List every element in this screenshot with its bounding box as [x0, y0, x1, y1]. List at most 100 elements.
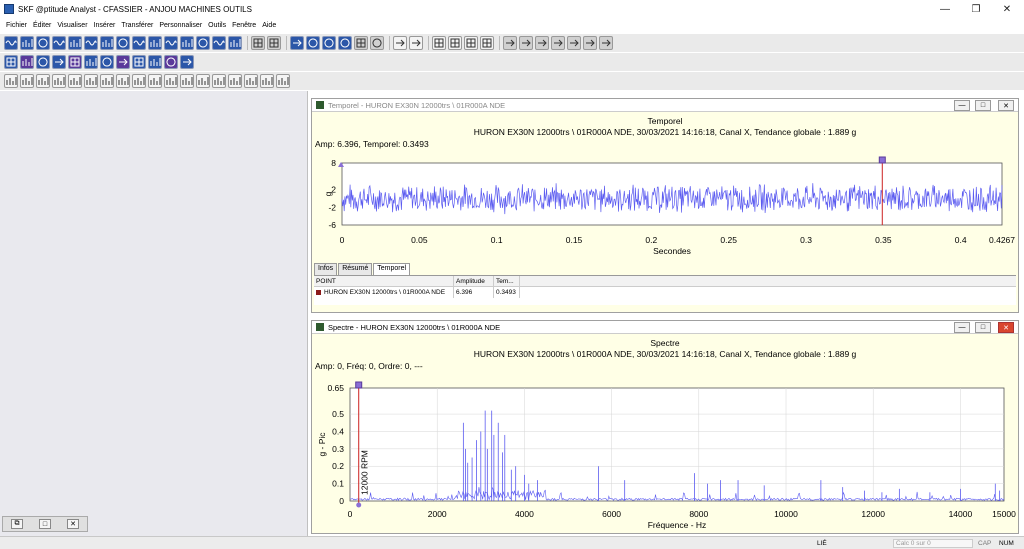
cursor-harmonic-button[interactable] [20, 74, 34, 88]
menu-transferer[interactable]: Transférer [121, 22, 153, 29]
db-sync-button[interactable] [164, 55, 178, 69]
multi-plot-button[interactable] [196, 36, 210, 50]
zoom-in-button[interactable] [322, 36, 336, 50]
waterfall-plot-button[interactable] [52, 36, 66, 50]
restore-icon[interactable]: ⧉ [11, 519, 23, 529]
temporel-window-titlebar[interactable]: Temporel - HURON EX30N 12000trs \ 01R000… [312, 99, 1018, 112]
menu-personnaliser[interactable]: Personnaliser [159, 22, 202, 29]
cursor-rpm-button[interactable] [100, 74, 114, 88]
col-point[interactable]: POINT [314, 276, 454, 286]
db-info-button[interactable] [100, 55, 114, 69]
cursor-list-button[interactable] [212, 74, 226, 88]
spectre-maximize-button[interactable]: □ [975, 322, 991, 333]
spectre-minimize-button[interactable]: — [954, 322, 970, 333]
tab-temporel[interactable]: Temporel [373, 263, 411, 275]
menu-fichier[interactable]: Fichier [6, 22, 27, 29]
orbit-plot-button[interactable] [84, 36, 98, 50]
ruler-button[interactable] [535, 36, 549, 50]
tab-infos[interactable]: Infos [314, 263, 338, 275]
spectrum-plot-button[interactable] [20, 36, 34, 50]
minimize-button[interactable]: — [930, 0, 960, 18]
minimized-window[interactable]: ⧉ □ ✕ [2, 516, 88, 532]
menu-editer[interactable]: Éditer [33, 22, 51, 29]
cursor-bearing-button[interactable] [164, 74, 178, 88]
db-report-button[interactable] [84, 55, 98, 69]
db-edit-button[interactable] [20, 55, 34, 69]
upload-button[interactable] [599, 36, 613, 50]
maximize-button[interactable]: ❐ [961, 0, 991, 18]
db-alarm-button[interactable] [116, 55, 130, 69]
menu-inserer[interactable]: Insérer [94, 22, 116, 29]
cursor-band-button[interactable] [36, 74, 50, 88]
spectre-window[interactable]: Spectre - HURON EX30N 12000trs \ 01R000A… [311, 320, 1019, 534]
layout-1-button[interactable] [432, 36, 446, 50]
trend-plot-button[interactable] [68, 36, 82, 50]
connect-button[interactable] [551, 36, 565, 50]
temporel-window[interactable]: Temporel - HURON EX30N 12000trs \ 01R000… [311, 98, 1019, 313]
temporel-chart[interactable]: 82-2-6g0 0.05 0.1 0.15 0.2 0.25 0.3 0.35 0.4 0.42… [312, 151, 1018, 261]
cursor-clear-button[interactable] [196, 74, 210, 88]
print-button[interactable] [251, 36, 265, 50]
tab-resume[interactable]: Résumé [338, 263, 373, 275]
close-icon[interactable]: ✕ [67, 519, 79, 529]
col-amplitude[interactable]: Amplitude [454, 276, 494, 286]
temporel-minimize-button[interactable]: — [954, 100, 970, 111]
magnify-button[interactable] [370, 36, 384, 50]
cursor-flag-button[interactable] [260, 74, 274, 88]
cursor-note-button[interactable] [276, 74, 290, 88]
image-button[interactable] [354, 36, 368, 50]
menu-outils[interactable]: Outils [208, 22, 226, 29]
polar-plot-button[interactable] [100, 36, 114, 50]
disconnect-button[interactable] [567, 36, 581, 50]
table-row[interactable]: HURON EX30N 12000trs \ 01R000A NDE 6.396… [314, 287, 1016, 298]
layout-grid-button[interactable] [480, 36, 494, 50]
db-chart-button[interactable] [180, 55, 194, 69]
cascade-plot-button[interactable] [148, 36, 162, 50]
wave-toggle-button[interactable] [393, 36, 407, 50]
maximize-icon[interactable]: □ [39, 519, 51, 529]
phase-plot-button[interactable] [36, 36, 50, 50]
list-plot-button[interactable] [180, 36, 194, 50]
cursor-peak-button[interactable] [68, 74, 82, 88]
menu-aide[interactable]: Aide [262, 22, 276, 29]
tools-button[interactable] [519, 36, 533, 50]
menu-fenetre[interactable]: Fenêtre [232, 22, 256, 29]
temporel-close-button[interactable]: ✕ [998, 100, 1014, 111]
cursor-fault-button[interactable] [148, 74, 162, 88]
col-time[interactable]: Tem... [494, 276, 520, 286]
bode-plot-button[interactable] [116, 36, 130, 50]
zoom-out-button[interactable] [338, 36, 352, 50]
db-view-button[interactable] [68, 55, 82, 69]
spectre-chart[interactable]: 12000 RPM 0.65 0.5 0.4 0.3 0.2 0.1 0 g - Pic 0 200… [312, 373, 1018, 533]
play-button[interactable] [409, 36, 423, 50]
cursor-order-button[interactable] [116, 74, 130, 88]
shaft-plot-button[interactable] [132, 36, 146, 50]
layout-2-button[interactable] [448, 36, 462, 50]
db-save-button[interactable] [52, 55, 66, 69]
cursor-delta-button[interactable] [84, 74, 98, 88]
wave-plot-button[interactable] [4, 36, 18, 50]
cursor-gear-button[interactable] [180, 74, 194, 88]
menu-visualiser[interactable]: Visualiser [57, 22, 87, 29]
cursor-single-button[interactable] [4, 74, 18, 88]
spectre-close-button[interactable]: ✕ [998, 322, 1014, 333]
cursor-side-button[interactable] [52, 74, 66, 88]
info-button[interactable] [306, 36, 320, 50]
download-button[interactable] [583, 36, 597, 50]
close-button[interactable]: ✕ [992, 0, 1022, 18]
filter-button[interactable] [503, 36, 517, 50]
cursor-pin-button[interactable] [244, 74, 258, 88]
db-filter-button[interactable] [132, 55, 146, 69]
bar-plot-button[interactable] [164, 36, 178, 50]
cursor-marker-button[interactable] [132, 74, 146, 88]
db-copy-button[interactable] [36, 55, 50, 69]
temporel-maximize-button[interactable]: □ [975, 100, 991, 111]
export-button[interactable] [267, 36, 281, 50]
db-help-button[interactable] [148, 55, 162, 69]
envelope-plot-button[interactable] [212, 36, 226, 50]
select-button[interactable] [290, 36, 304, 50]
layout-4-button[interactable] [464, 36, 478, 50]
db-open-button[interactable] [4, 55, 18, 69]
cursor-label-button[interactable] [228, 74, 242, 88]
zoom-plot-button[interactable] [228, 36, 242, 50]
